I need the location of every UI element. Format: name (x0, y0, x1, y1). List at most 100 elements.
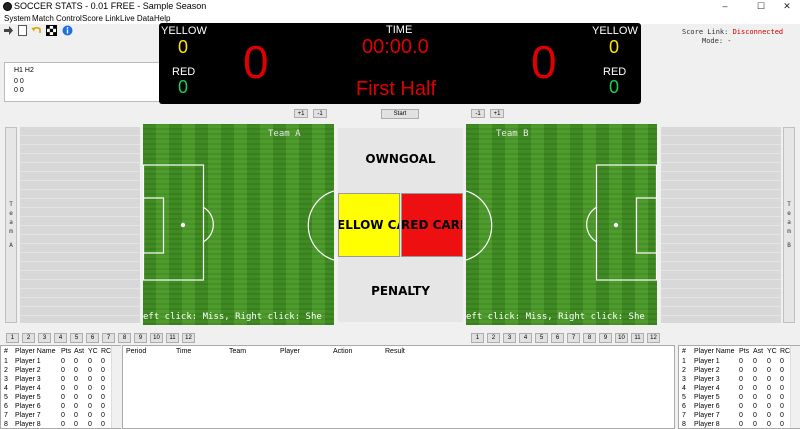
player-stat-cell[interactable]: 1 (682, 358, 686, 365)
player-stat-cell[interactable]: 0 (753, 376, 757, 383)
player-stat-cell[interactable]: 0 (753, 421, 757, 428)
player-stat-cell[interactable]: 0 (101, 367, 105, 374)
away-number-button-4[interactable]: 4 (519, 333, 532, 343)
player-stat-cell[interactable]: 0 (61, 385, 65, 392)
player-stat-cell[interactable]: 0 (767, 358, 771, 365)
col-assists[interactable]: Ast (753, 348, 763, 355)
menu-match-control[interactable]: Match Control (32, 13, 82, 24)
home-number-button-6[interactable]: 6 (86, 333, 99, 343)
home-number-button-3[interactable]: 3 (38, 333, 51, 343)
arrow-right-icon[interactable] (3, 25, 14, 36)
player-stat-cell[interactable]: 0 (74, 412, 78, 419)
home-number-button-9[interactable]: 9 (134, 333, 147, 343)
col-red-cards[interactable]: RC (101, 348, 111, 355)
player-stat-cell[interactable]: 0 (739, 394, 743, 401)
away-number-button-5[interactable]: 5 (535, 333, 548, 343)
player-stat-cell[interactable]: 0 (767, 421, 771, 428)
player-stat-cell[interactable]: 0 (74, 376, 78, 383)
away-number-button-2[interactable]: 2 (487, 333, 500, 343)
yellow-card-button[interactable]: ELLOW CAR (338, 193, 400, 257)
player-stat-cell[interactable]: 0 (101, 421, 105, 428)
menu-score-link[interactable]: Score Link (82, 13, 120, 24)
owngoal-button[interactable]: OWNGOAL (338, 128, 463, 192)
home-players-table[interactable]: # Player Name Pts Ast YC RC 1 Player 1 0 0 0… (0, 345, 121, 429)
player-name-cell[interactable]: Player 1 (15, 358, 41, 365)
home-number-button-8[interactable]: 8 (118, 333, 131, 343)
player-stat-cell[interactable]: 1 (4, 358, 8, 365)
player-stat-cell[interactable]: 0 (767, 394, 771, 401)
player-stat-cell[interactable]: 0 (88, 421, 92, 428)
away-half-field[interactable]: Team B eft click: Miss, Right click: She (466, 124, 657, 325)
away-number-button-9[interactable]: 9 (599, 333, 612, 343)
away-number-button-8[interactable]: 8 (583, 333, 596, 343)
player-stat-cell[interactable]: 0 (753, 358, 757, 365)
player-stat-cell[interactable]: 0 (61, 358, 65, 365)
maximize-button[interactable]: ☐ (750, 0, 772, 13)
player-stat-cell[interactable]: 0 (74, 358, 78, 365)
player-stat-cell[interactable]: 0 (780, 367, 784, 374)
player-stat-cell[interactable]: 0 (739, 385, 743, 392)
col-yellow-cards[interactable]: YC (88, 348, 98, 355)
col-points[interactable]: Pts (739, 348, 749, 355)
player-stat-cell[interactable]: 0 (61, 367, 65, 374)
away-plus1-button[interactable]: +1 (490, 109, 504, 118)
col-period[interactable]: Period (126, 348, 146, 355)
player-name-cell[interactable]: Player 7 (15, 412, 41, 419)
player-name-cell[interactable]: Player 6 (694, 403, 720, 410)
col-yellow-cards[interactable]: YC (767, 348, 777, 355)
player-stat-cell[interactable]: 0 (780, 403, 784, 410)
col-time[interactable]: Time (176, 348, 191, 355)
player-stat-cell[interactable]: 2 (682, 367, 686, 374)
away-number-button-12[interactable]: 12 (647, 333, 660, 343)
player-stat-cell[interactable]: 0 (88, 403, 92, 410)
player-stat-cell[interactable]: 0 (739, 412, 743, 419)
home-number-button-10[interactable]: 10 (150, 333, 163, 343)
player-stat-cell[interactable]: 5 (682, 394, 686, 401)
player-stat-cell[interactable]: 0 (767, 367, 771, 374)
player-name-cell[interactable]: Player 4 (15, 385, 41, 392)
away-number-button-11[interactable]: 11 (631, 333, 644, 343)
player-stat-cell[interactable]: 7 (682, 412, 686, 419)
col-points[interactable]: Pts (61, 348, 71, 355)
player-stat-cell[interactable]: 0 (753, 403, 757, 410)
player-stat-cell[interactable]: 0 (780, 421, 784, 428)
player-stat-cell[interactable]: 0 (780, 376, 784, 383)
start-button[interactable]: Start (381, 109, 419, 119)
player-stat-cell[interactable]: 0 (739, 421, 743, 428)
player-name-cell[interactable]: Player 2 (15, 367, 41, 374)
player-stat-cell[interactable]: 0 (61, 421, 65, 428)
event-log-table[interactable]: Period Time Team Player Action Result (122, 345, 675, 429)
player-stat-cell[interactable]: 0 (88, 394, 92, 401)
player-name-cell[interactable]: Player 3 (694, 376, 720, 383)
home-number-button-2[interactable]: 2 (22, 333, 35, 343)
player-stat-cell[interactable]: 8 (682, 421, 686, 428)
player-stat-cell[interactable]: 0 (753, 394, 757, 401)
player-name-cell[interactable]: Player 8 (15, 421, 41, 428)
col-action[interactable]: Action (333, 348, 352, 355)
player-stat-cell[interactable]: 0 (753, 412, 757, 419)
home-half-field[interactable]: Team A eft click: Miss, Right click: She (143, 124, 334, 325)
minimize-button[interactable]: – (714, 0, 736, 13)
player-stat-cell[interactable]: 0 (767, 385, 771, 392)
player-stat-cell[interactable]: 4 (682, 385, 686, 392)
player-stat-cell[interactable]: 6 (4, 403, 8, 410)
close-button[interactable]: ✕ (776, 0, 798, 13)
player-name-cell[interactable]: Player 3 (15, 376, 41, 383)
player-stat-cell[interactable]: 0 (739, 376, 743, 383)
player-stat-cell[interactable]: 0 (739, 358, 743, 365)
home-minus1-button[interactable]: -1 (313, 109, 327, 118)
player-stat-cell[interactable]: 0 (767, 376, 771, 383)
player-name-cell[interactable]: Player 7 (694, 412, 720, 419)
col-player-name[interactable]: Player Name (694, 348, 734, 355)
player-name-cell[interactable]: Player 5 (15, 394, 41, 401)
menu-live-data[interactable]: Live Data (120, 13, 154, 24)
col-player[interactable]: Player (280, 348, 300, 355)
player-stat-cell[interactable]: 0 (780, 412, 784, 419)
player-name-cell[interactable]: Player 2 (694, 367, 720, 374)
player-stat-cell[interactable]: 0 (74, 394, 78, 401)
player-stat-cell[interactable]: 2 (4, 367, 8, 374)
player-stat-cell[interactable]: 3 (4, 376, 8, 383)
player-stat-cell[interactable]: 0 (88, 385, 92, 392)
player-stat-cell[interactable]: 0 (101, 403, 105, 410)
player-stat-cell[interactable]: 0 (767, 403, 771, 410)
